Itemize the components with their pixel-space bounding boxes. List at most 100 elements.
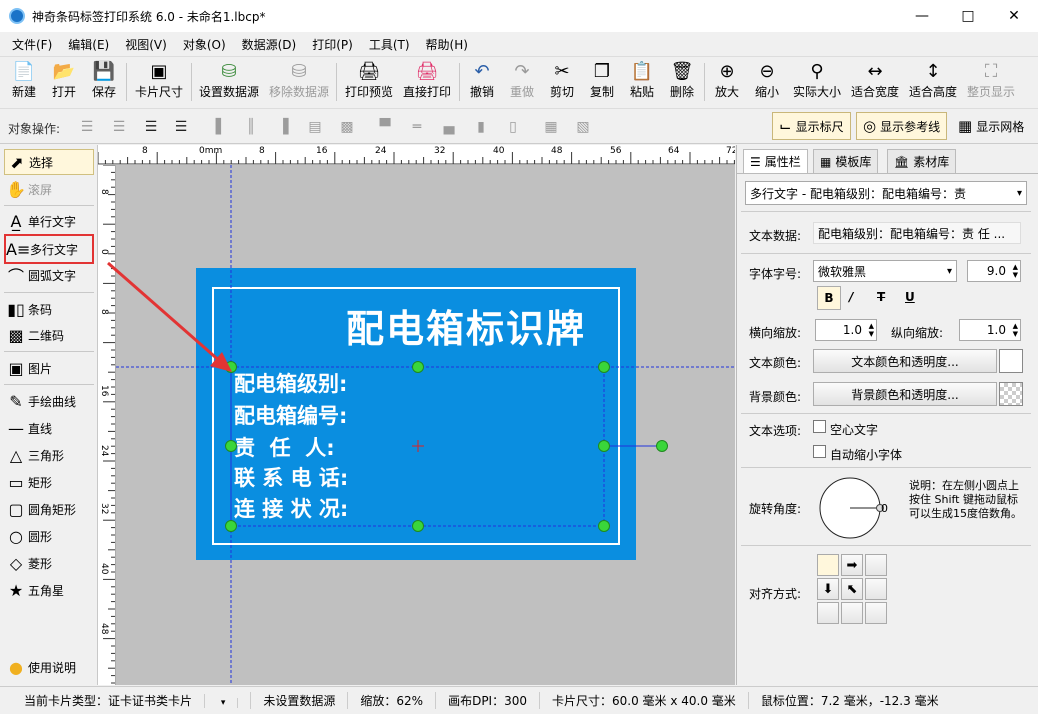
print-preview-button[interactable]: 🖨 打印预览 xyxy=(342,59,396,105)
strikethrough-button[interactable]: T xyxy=(877,290,885,304)
align-center-icon[interactable]: ║ xyxy=(240,117,262,137)
resize-handle-top-right[interactable] xyxy=(598,361,610,373)
cut-button[interactable]: ✂ 剪切 xyxy=(546,59,578,105)
resize-handle-top-left[interactable] xyxy=(225,361,237,373)
same-height-icon[interactable]: ▮ xyxy=(470,117,492,137)
open-button[interactable]: 📂 打开 xyxy=(46,59,82,105)
tool-multi-text[interactable]: A≡ 多行文字 xyxy=(4,234,94,264)
tool-line[interactable]: — 直线 xyxy=(4,415,94,441)
bold-button[interactable]: B xyxy=(817,286,841,310)
align-middle-icon[interactable]: ═ xyxy=(406,117,428,137)
align-middle-right-button[interactable] xyxy=(865,578,887,600)
card-title[interactable]: 配电箱标识牌 xyxy=(214,298,718,353)
zoom-out-button[interactable]: ⊖ 缩小 xyxy=(751,59,783,105)
align-top-left-button[interactable] xyxy=(817,554,839,576)
set-datasource-button[interactable]: ⛁ 设置数据源 xyxy=(197,59,261,105)
tool-freehand[interactable]: ✎ 手绘曲线 xyxy=(4,388,94,414)
help-button[interactable]: ● 使用说明 xyxy=(4,654,94,680)
resize-handle-top[interactable] xyxy=(412,361,424,373)
align-right-icon[interactable]: ▐ xyxy=(272,117,294,137)
rotation-handle[interactable] xyxy=(656,440,668,452)
resize-handle-left[interactable] xyxy=(225,440,237,452)
tool-star[interactable]: ★ 五角星 xyxy=(4,577,94,603)
menu-file[interactable]: 文件(F) xyxy=(4,36,60,53)
tool-scroll[interactable]: ✋ 滚屏 xyxy=(4,176,94,202)
show-ruler-toggle[interactable]: ⌙ 显示标尺 xyxy=(772,112,851,140)
card-size-button[interactable]: ▣ 卡片尺寸 xyxy=(132,59,186,105)
direct-print-button[interactable]: 🖨 直接打印 xyxy=(400,59,454,105)
font-size-spinner[interactable]: 9.0 ▲ ▼ xyxy=(967,260,1021,282)
align-bottom-left-button[interactable] xyxy=(817,602,839,624)
actual-size-button[interactable]: ⚲ 实际大小 xyxy=(790,59,844,105)
close-button[interactable]: ✕ xyxy=(991,0,1037,32)
label-card[interactable]: 配电箱标识牌 配电箱级别: 配电箱编号: 责 任 人: 联 系 电 话: 连 接… xyxy=(196,268,636,560)
tool-arc-text[interactable]: ⌒ 圆弧文字 xyxy=(4,262,94,288)
ungroup-icon[interactable]: ▧ xyxy=(572,117,594,137)
auto-shrink-checkbox[interactable] xyxy=(813,445,826,458)
align-left-icon[interactable]: ▌ xyxy=(210,117,232,137)
menu-object[interactable]: 对象(O) xyxy=(175,36,234,53)
menu-edit[interactable]: 编辑(E) xyxy=(60,36,117,53)
tool-circle[interactable]: ○ 圆形 xyxy=(4,523,94,549)
full-page-button[interactable]: ⛶ 整页显示 xyxy=(964,59,1018,105)
layers-bottom-icon[interactable]: ☰ xyxy=(170,117,192,137)
object-selector[interactable]: 多行文字 - 配电箱级别：配电箱编号：责 ▾ xyxy=(745,181,1027,205)
align-top-icon[interactable]: ▀ xyxy=(374,117,396,137)
tool-round-rect[interactable]: ▢ 圆角矩形 xyxy=(4,496,94,522)
tool-diamond[interactable]: ◇ 菱形 xyxy=(4,550,94,576)
design-canvas[interactable]: 配电箱标识牌 配电箱级别: 配电箱编号: 责 任 人: 联 系 电 话: 连 接… xyxy=(116,165,735,685)
layers-top-icon[interactable]: ☰ xyxy=(140,117,162,137)
hollow-text-checkbox[interactable] xyxy=(813,420,826,433)
layer-up-icon[interactable]: ☰ xyxy=(76,117,98,137)
tab-properties[interactable]: ☰ 属性栏 xyxy=(743,149,808,173)
hscale-spinner[interactable]: 1.0 ▲ ▼ xyxy=(815,319,877,341)
tab-materials[interactable]: 🏛 素材库 xyxy=(887,149,957,173)
menu-help[interactable]: 帮助(H) xyxy=(418,36,476,53)
align-top-right-button[interactable] xyxy=(865,554,887,576)
tab-templates[interactable]: ▦ 模板库 xyxy=(813,149,879,173)
align-bottom-icon[interactable]: ▄ xyxy=(438,117,460,137)
zoom-in-button[interactable]: ⊕ 放大 xyxy=(711,59,743,105)
resize-handle-right[interactable] xyxy=(598,440,610,452)
save-button[interactable]: 💾 保存 xyxy=(86,59,122,105)
tool-select[interactable]: ⬈ 选择 xyxy=(4,149,94,175)
align-middle-center-button[interactable]: ⬉ xyxy=(841,578,863,600)
resize-handle-bottom-right[interactable] xyxy=(598,520,610,532)
redo-button[interactable]: ↷ 重做 xyxy=(506,59,538,105)
font-name-select[interactable]: 微软雅黑 ▾ xyxy=(813,260,957,282)
show-guides-toggle[interactable]: ◎ 显示参考线 xyxy=(856,112,948,140)
tool-qrcode[interactable]: ▩ 二维码 xyxy=(4,322,94,348)
vscale-spinner[interactable]: 1.0 ▲ ▼ xyxy=(959,319,1021,341)
v-distribute-icon[interactable]: ▯ xyxy=(502,117,524,137)
tool-rect[interactable]: ▭ 矩形 xyxy=(4,469,94,495)
align-middle-left-button[interactable]: ⬇ xyxy=(817,578,839,600)
paste-button[interactable]: 📋 粘贴 xyxy=(626,59,658,105)
tool-triangle[interactable]: △ 三角形 xyxy=(4,442,94,468)
align-bottom-right-button[interactable] xyxy=(865,602,887,624)
align-bottom-center-button[interactable] xyxy=(841,602,863,624)
h-distribute-icon[interactable]: ▩ xyxy=(336,117,358,137)
fit-height-button[interactable]: ↕ 适合高度 xyxy=(906,59,960,105)
remove-datasource-button[interactable]: ⛁ 移除数据源 xyxy=(267,59,331,105)
tool-image[interactable]: ▣ 图片 xyxy=(4,355,94,381)
bg-color-button[interactable]: 背景颜色和透明度... xyxy=(813,382,997,406)
minimize-button[interactable]: — xyxy=(899,0,945,32)
resize-handle-bottom-left[interactable] xyxy=(225,520,237,532)
same-width-icon[interactable]: ▤ xyxy=(304,117,326,137)
text-color-button[interactable]: 文本颜色和透明度... xyxy=(813,349,997,373)
delete-button[interactable]: 🗑 删除 xyxy=(666,59,698,105)
text-color-swatch[interactable] xyxy=(999,349,1023,373)
group-icon[interactable]: ▦ xyxy=(540,117,562,137)
bg-color-swatch[interactable] xyxy=(999,382,1023,406)
menu-tools[interactable]: 工具(T) xyxy=(361,36,418,53)
menu-view[interactable]: 视图(V) xyxy=(117,36,175,53)
resize-handle-bottom[interactable] xyxy=(412,520,424,532)
show-grid-toggle[interactable]: ▦ 显示网格 xyxy=(952,112,1030,140)
status-card-type[interactable]: 当前卡片类型：证卡证书类卡片 ▾ xyxy=(0,692,252,709)
layer-down-icon[interactable]: ☰ xyxy=(108,117,130,137)
fit-width-button[interactable]: ↔ 适合宽度 xyxy=(848,59,902,105)
menu-datasource[interactable]: 数据源(D) xyxy=(234,36,305,53)
menu-print[interactable]: 打印(P) xyxy=(304,36,361,53)
underline-button[interactable]: U xyxy=(905,290,915,304)
undo-button[interactable]: ↶ 撤销 xyxy=(466,59,498,105)
